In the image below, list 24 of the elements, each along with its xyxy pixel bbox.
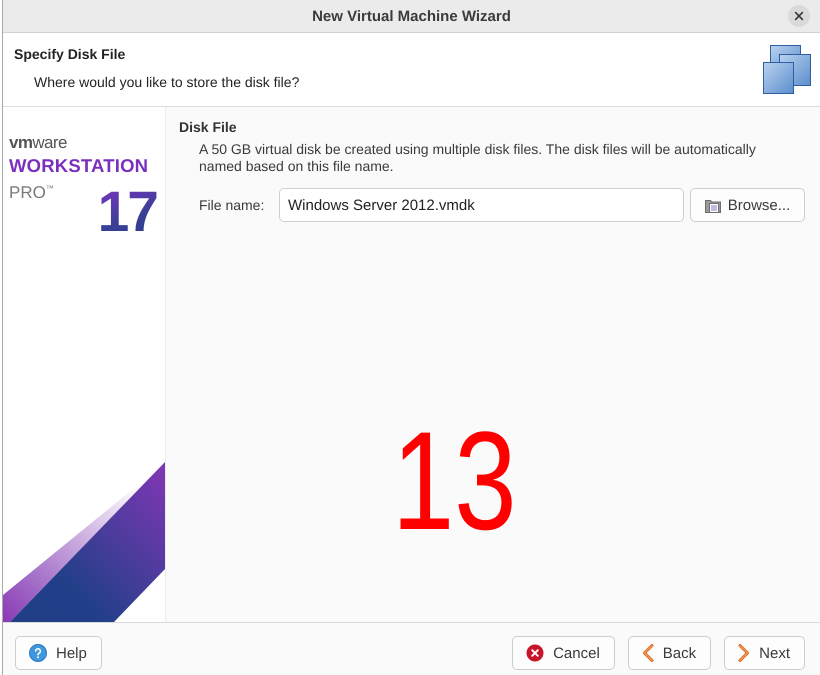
file-name-field[interactable]: Windows Server 2012.vmdk — [279, 188, 684, 222]
product-name: WORKSTATION — [9, 156, 148, 176]
close-icon — [788, 5, 810, 27]
back-button[interactable]: Back — [628, 636, 712, 670]
help-icon — [29, 644, 47, 662]
page-title: Specify Disk File — [14, 46, 126, 62]
field-label: File name: — [199, 197, 266, 213]
close-button[interactable] — [788, 5, 810, 27]
edition-label: PRO$^{™}$ — [9, 182, 54, 202]
brand-logo: vmware — [9, 134, 67, 152]
cancel-icon — [526, 644, 544, 662]
annotation-text: 13 — [392, 411, 517, 551]
stacked-squares-icon — [763, 45, 811, 94]
window-title: New Virtual Machine Wizard — [312, 8, 511, 24]
page-subtitle: Where would you like to store the disk file? — [34, 74, 300, 90]
folder-document-icon — [704, 198, 721, 212]
next-button[interactable]: Next — [724, 636, 805, 670]
chevron-left-icon — [642, 644, 654, 662]
browse-button[interactable]: Browse... — [690, 188, 805, 222]
chevron-right-icon — [738, 644, 750, 662]
section-title: Disk File — [179, 119, 238, 135]
help-button[interactable]: Help — [15, 636, 102, 670]
cancel-button[interactable]: Cancel — [512, 636, 615, 670]
section-description: A 50 GB virtual disk be created using multiple disk files. The disk files will be automatically named based on this file name. — [199, 141, 757, 175]
